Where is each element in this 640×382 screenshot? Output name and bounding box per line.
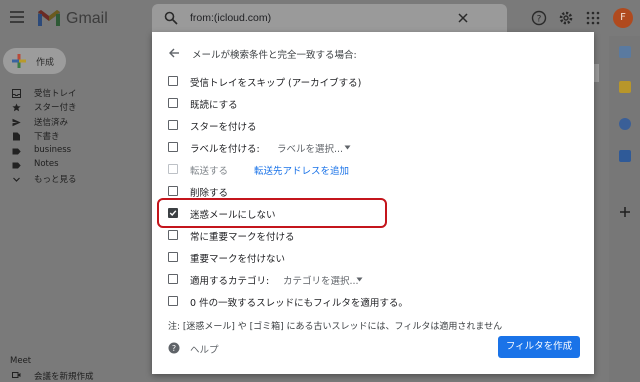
option-label: 常に重要マークを付ける <box>190 232 295 243</box>
sidebar-item-label: 送信済み <box>34 117 69 128</box>
category-select[interactable]: カテゴリを選択... <box>283 273 359 287</box>
side-panel-rail <box>609 36 640 382</box>
checkbox[interactable] <box>168 274 178 284</box>
option-label: 重要マークを付けない <box>190 254 286 265</box>
clear-search-icon[interactable] <box>456 11 470 25</box>
sidebar-item-label: Notes <box>34 158 59 169</box>
checkbox[interactable] <box>168 296 178 306</box>
option-mark-as-read[interactable]: 既読にする <box>168 96 578 111</box>
help-link[interactable]: ? ヘルプ <box>168 341 268 356</box>
sidebar-item-label: business <box>34 144 72 155</box>
apps-grid-icon[interactable] <box>585 10 601 26</box>
checkbox[interactable] <box>168 98 178 108</box>
plus-icon <box>12 54 26 68</box>
checkbox[interactable] <box>168 252 178 262</box>
option-categorize[interactable]: 適用するカテゴリ: カテゴリを選択... <box>168 272 578 287</box>
compose-label: 作成 <box>36 58 55 68</box>
sidebar-item-sent[interactable]: 送信済み <box>0 115 150 129</box>
option-apply-to-matching[interactable]: 0 件の一致するスレッドにもフィルタを適用する。 <box>168 294 578 309</box>
account-avatar[interactable]: F <box>613 8 633 28</box>
label-icon <box>12 148 21 155</box>
star-icon <box>12 103 21 112</box>
option-never-important[interactable]: 重要マークを付けない <box>168 250 578 265</box>
option-delete[interactable]: 削除する <box>168 184 578 199</box>
search-icon[interactable] <box>164 11 178 25</box>
sidebar-item-inbox[interactable]: 受信トレイ <box>0 86 150 100</box>
meet-new-meeting[interactable]: 会議を新規作成 <box>12 370 162 382</box>
search-input[interactable] <box>190 9 450 27</box>
keep-icon[interactable] <box>619 81 631 93</box>
label-select[interactable]: ラベルを選択... <box>277 141 343 155</box>
checkbox[interactable] <box>168 186 178 196</box>
label-icon <box>12 162 21 169</box>
tasks-icon[interactable] <box>619 118 631 130</box>
sidebar-item-label: 下書き <box>34 132 60 143</box>
option-label: 既読にする <box>190 100 238 111</box>
create-filter-button[interactable]: フィルタを作成 <box>498 336 580 358</box>
settings-gear-icon[interactable] <box>558 10 574 26</box>
app-name: Gmail <box>66 10 108 27</box>
search-bar[interactable] <box>152 4 507 32</box>
highlight-annotation <box>157 198 387 228</box>
draft-icon <box>13 132 20 141</box>
option-star-it[interactable]: スターを付ける <box>168 118 578 133</box>
compose-button[interactable]: 作成 <box>3 48 66 74</box>
sidebar-item-starred[interactable]: スター付き <box>0 100 150 114</box>
chevron-down-icon <box>13 177 20 183</box>
filter-note: 注: [迷惑メール] や [ゴミ箱] にある古いスレッドには、フィルタは適用され… <box>168 322 503 332</box>
svg-text:?: ? <box>172 344 176 353</box>
menu-icon[interactable] <box>10 11 24 23</box>
dialog-header: メールが検索条件と完全一致する場合: <box>168 46 568 61</box>
option-label: 削除する <box>190 188 229 199</box>
checkbox[interactable] <box>168 120 178 130</box>
option-label: 適用するカテゴリ: <box>190 276 270 287</box>
contacts-icon[interactable] <box>619 150 631 162</box>
option-skip-inbox[interactable]: 受信トレイをスキップ (アーカイブする) <box>168 74 578 89</box>
option-label: スターを付ける <box>190 122 257 133</box>
dropdown-caret-icon[interactable] <box>356 277 363 282</box>
back-arrow-icon[interactable] <box>168 47 180 59</box>
option-forward: 転送する 転送先アドレスを追加 <box>168 162 578 177</box>
option-apply-label[interactable]: ラベルを付ける: ラベルを選択... <box>168 140 578 155</box>
video-camera-icon <box>12 372 21 378</box>
option-label: 0 件の一致するスレッドにもフィルタを適用する。 <box>190 298 408 309</box>
sidebar-item-label: 受信トレイ <box>34 89 77 99</box>
checkbox[interactable] <box>168 142 178 152</box>
sidebar-item-label: もっと見る <box>34 175 77 186</box>
sidebar-item-label: スター付き <box>34 103 77 114</box>
sidebar-nav: 受信トレイ スター付き 送信済み 下書き business Notes もっと見… <box>0 86 150 187</box>
inbox-icon <box>12 89 21 98</box>
dialog-title: メールが検索条件と完全一致する場合: <box>192 50 357 61</box>
top-bar: Gmail ? F <box>0 0 640 36</box>
option-label: 受信トレイをスキップ (アーカイブする) <box>190 78 362 89</box>
gmail-logo-icon[interactable] <box>37 9 61 27</box>
svg-text:?: ? <box>537 15 542 25</box>
sidebar-item-more[interactable]: もっと見る <box>0 172 150 186</box>
help-circle-icon: ? <box>168 342 180 354</box>
meet-item-label: 会議を新規作成 <box>34 372 94 382</box>
help-icon[interactable]: ? <box>531 10 547 26</box>
option-label: ラベルを付ける: <box>190 144 260 155</box>
option-label: 転送する <box>190 166 229 177</box>
send-icon <box>12 118 21 126</box>
checkbox[interactable] <box>168 230 178 240</box>
checkbox <box>168 164 178 174</box>
sidebar-item-drafts[interactable]: 下書き <box>0 129 150 143</box>
checkbox[interactable] <box>168 76 178 86</box>
option-always-important[interactable]: 常に重要マークを付ける <box>168 228 578 243</box>
sidebar-item-notes[interactable]: Notes <box>0 158 150 172</box>
dropdown-caret-icon[interactable] <box>344 145 351 150</box>
meet-section-title: Meet <box>10 356 32 366</box>
sidebar-item-business[interactable]: business <box>0 144 150 158</box>
add-forwarding-address-link[interactable]: 転送先アドレスを追加 <box>254 163 349 177</box>
add-addon-icon[interactable] <box>619 206 631 218</box>
help-label: ヘルプ <box>190 345 219 356</box>
calendar-icon[interactable] <box>619 46 631 58</box>
